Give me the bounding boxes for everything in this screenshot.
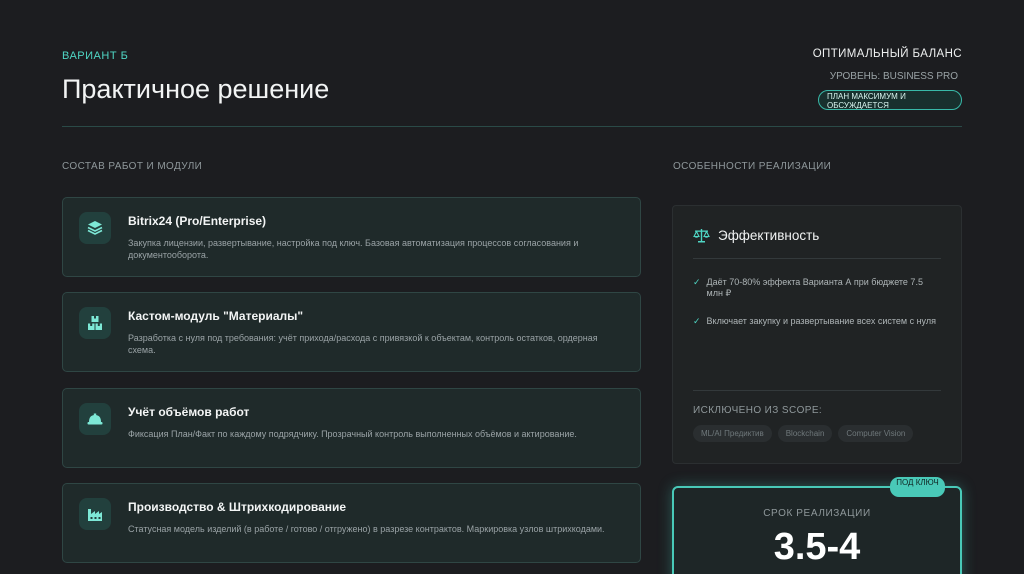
hard-hat-icon bbox=[79, 403, 111, 435]
module-card-production: Производство & Штрихкодирование Статусна… bbox=[62, 483, 641, 563]
plan-status-pill: ПЛАН МАКСИМУМ И ОБСУЖДАЕТСЯ bbox=[818, 90, 962, 110]
level-label: УРОВЕНЬ: BUSINESS PRO bbox=[829, 71, 958, 82]
panel-divider bbox=[693, 258, 941, 259]
layers-icon bbox=[79, 212, 111, 244]
boxes-icon bbox=[79, 307, 111, 339]
module-title: Учёт объёмов работ bbox=[128, 405, 250, 419]
timeline-label: СРОК РЕАЛИЗАЦИИ bbox=[763, 508, 871, 519]
module-card-volumes: Учёт объёмов работ Фиксация План/Факт по… bbox=[62, 388, 641, 468]
excluded-tag: Computer Vision bbox=[838, 425, 914, 442]
modules-section-label: СОСТАВ РАБОТ И МОДУЛИ bbox=[62, 161, 203, 172]
module-title: Кастом-модуль "Материалы" bbox=[128, 309, 304, 323]
efficiency-header: Эффективность bbox=[693, 228, 819, 243]
module-title: Bitrix24 (Pro/Enterprise) bbox=[128, 214, 267, 228]
module-title: Производство & Штрихкодирование bbox=[128, 500, 347, 514]
features-section-label: ОСОБЕННОСТИ РЕАЛИЗАЦИИ bbox=[673, 161, 832, 172]
factory-icon bbox=[79, 498, 111, 530]
module-description: Разработка с нуля под требования: учёт п… bbox=[128, 333, 598, 355]
efficiency-point: ✓ Включает закупку и развертывание всех … bbox=[693, 316, 936, 326]
variant-eyebrow: ВАРИАНТ Б bbox=[62, 50, 129, 62]
header-divider bbox=[62, 126, 962, 127]
turnkey-badge: ПОД КЛЮЧ bbox=[890, 477, 945, 497]
timeline-value: 3.5-4 bbox=[773, 526, 861, 568]
module-description: Фиксация План/Факт по каждому подрядчику… bbox=[128, 429, 577, 439]
module-card-bitrix: Bitrix24 (Pro/Enterprise) Закупка лиценз… bbox=[62, 197, 641, 277]
excluded-tag: Blockchain bbox=[777, 425, 833, 442]
module-description: Статусная модель изделий (в работе / гот… bbox=[128, 524, 605, 534]
scales-icon bbox=[693, 229, 710, 243]
module-card-materials: Кастом-модуль "Материалы" Разработка с н… bbox=[62, 292, 641, 372]
check-icon: ✓ bbox=[693, 277, 701, 287]
module-description: Закупка лицензии, развертывание, настрой… bbox=[128, 238, 579, 260]
efficiency-panel: Эффективность ✓ Даёт 70-80% эффекта Вари… bbox=[672, 205, 962, 464]
efficiency-point: ✓ Даёт 70-80% эффекта Варианта А при бюд… bbox=[693, 277, 923, 298]
check-icon: ✓ bbox=[693, 316, 701, 326]
page-title: Практичное решение bbox=[62, 74, 330, 104]
excluded-tag: ML/AI Предиктив bbox=[693, 425, 772, 442]
panel-divider bbox=[693, 390, 941, 391]
efficiency-title: Эффективность bbox=[718, 228, 820, 243]
balance-title: ОПТИМАЛЬНЫЙ БАЛАНС bbox=[812, 48, 962, 60]
excluded-label: ИСКЛЮЧЕНО ИЗ SCOPE: bbox=[693, 405, 823, 416]
timeline-card: СРОК РЕАЛИЗАЦИИ 3.5-4 bbox=[672, 486, 962, 574]
excluded-tags: ML/AI Предиктив Blockchain Computer Visi… bbox=[693, 425, 914, 442]
